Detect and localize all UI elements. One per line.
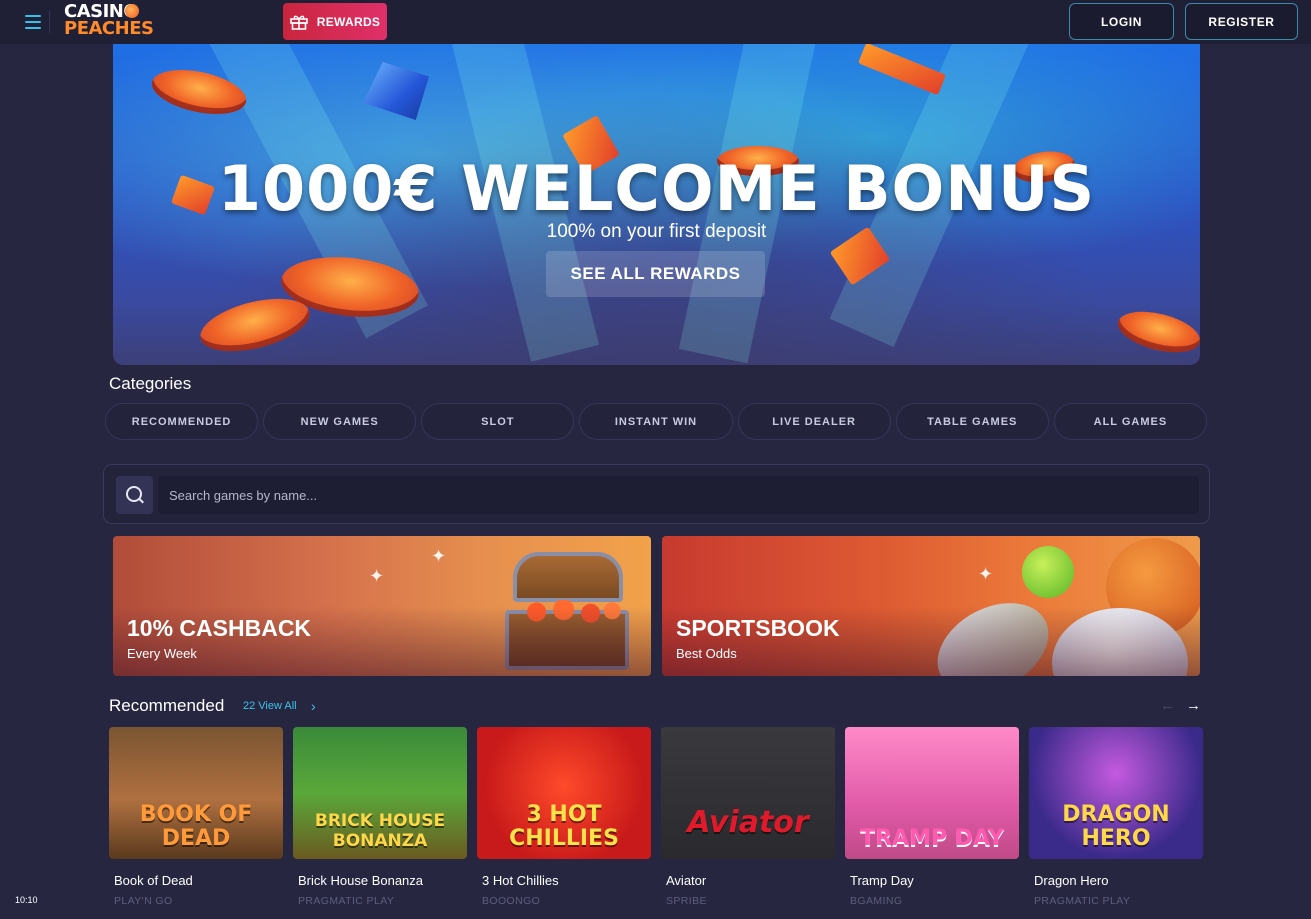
game-name[interactable]: Dragon Hero <box>1034 873 1108 888</box>
search-bar <box>103 464 1210 524</box>
coin-decoration <box>1113 304 1200 360</box>
game-card[interactable]: DRAGON HERO Dragon Hero PRAGMATIC PLAY <box>1029 727 1203 907</box>
gift-icon <box>289 14 308 30</box>
tennis-ball-image <box>1022 546 1074 598</box>
shard-decoration <box>858 44 946 96</box>
casino-logo[interactable]: CASINO PEACHES <box>64 3 154 41</box>
game-card[interactable]: BOOK OF DEAD Book of Dead PLAY'N GO <box>109 727 283 907</box>
category-instant-win[interactable]: INSTANT WIN <box>579 403 733 440</box>
category-all-games[interactable]: ALL GAMES <box>1053 403 1207 440</box>
game-art-title: DRAGON HERO <box>1062 802 1170 851</box>
recommended-title: Recommended <box>109 696 225 715</box>
category-tabs: RECOMMENDED NEW GAMES SLOT INSTANT WIN L… <box>105 403 1207 440</box>
game-card[interactable]: TRAMP DAY Tramp Day BGAMING <box>845 727 1019 907</box>
category-slot[interactable]: SLOT <box>421 403 575 440</box>
game-thumbnail[interactable]: Aviator <box>661 727 835 859</box>
sportsbook-promo-card[interactable]: ✦ SPORTSBOOK Best Odds <box>662 536 1200 676</box>
cashback-promo-card[interactable]: ✦ ✦ 10% CASHBACK Every Week <box>113 536 651 676</box>
game-thumbnail[interactable]: DRAGON HERO <box>1029 727 1203 859</box>
view-all-link[interactable]: 22 View All <box>243 700 297 712</box>
game-art-title: BRICK HOUSE BONANZA <box>314 811 446 851</box>
top-bar: CASINO PEACHES REWARDS LOGIN REGISTER <box>0 0 1311 44</box>
category-table-games[interactable]: TABLE GAMES <box>895 403 1049 440</box>
game-provider: BGAMING <box>850 895 903 907</box>
promo-subtitle: Every Week <box>127 646 197 661</box>
menu-icon[interactable] <box>16 11 50 33</box>
game-name[interactable]: Brick House Bonanza <box>298 873 423 888</box>
rewards-button[interactable]: REWARDS <box>283 3 387 40</box>
game-card[interactable]: 3 HOT CHILLIES 3 Hot Chillies BOOONGO <box>477 727 651 907</box>
category-live-dealer[interactable]: LIVE DEALER <box>737 403 891 440</box>
see-all-rewards-button[interactable]: SEE ALL REWARDS <box>546 251 765 297</box>
sparkle-icon: ✦ <box>369 566 385 586</box>
game-thumbnail[interactable]: BRICK HOUSE BONANZA <box>293 727 467 859</box>
register-button[interactable]: REGISTER <box>1185 3 1298 40</box>
search-input[interactable] <box>158 476 1199 514</box>
game-name[interactable]: Tramp Day <box>850 873 914 888</box>
category-recommended[interactable]: RECOMMENDED <box>105 403 259 440</box>
promo-title: SPORTSBOOK <box>676 615 840 641</box>
arrow-right-icon[interactable]: → <box>1186 697 1201 714</box>
game-name[interactable]: Book of Dead <box>114 873 193 888</box>
game-card[interactable]: BRICK HOUSE BONANZA Brick House Bonanza … <box>293 727 467 907</box>
sparkle-icon: ✦ <box>431 546 447 566</box>
category-new-games[interactable]: NEW GAMES <box>263 403 417 440</box>
hero-subtitle: 100% on your first deposit <box>546 221 767 242</box>
peach-icon <box>125 4 139 18</box>
game-art-title: BOOK OF DEAD <box>139 802 253 851</box>
game-provider: BOOONGO <box>482 895 541 907</box>
gem-decoration <box>363 62 429 120</box>
logo-line2: PEACHES <box>64 18 154 39</box>
sparkle-icon: ✦ <box>978 564 994 584</box>
game-art-title: Aviator <box>687 805 809 840</box>
arrow-left-icon[interactable]: ← <box>1160 697 1175 714</box>
game-art-title: 3 HOT CHILLIES <box>509 802 619 851</box>
game-thumbnail[interactable]: 3 HOT CHILLIES <box>477 727 651 859</box>
game-name[interactable]: 3 Hot Chillies <box>482 873 559 888</box>
categories-title: Categories <box>109 374 192 393</box>
promo-title: 10% CASHBACK <box>127 615 312 641</box>
game-art-title: TRAMP DAY <box>860 826 1004 851</box>
search-icon[interactable] <box>116 476 153 514</box>
game-card[interactable]: Aviator Aviator SPRIBE <box>661 727 835 907</box>
login-button[interactable]: LOGIN <box>1069 3 1174 40</box>
game-thumbnail[interactable]: BOOK OF DEAD <box>109 727 283 859</box>
chevron-right-icon[interactable]: › <box>311 698 316 714</box>
game-provider: PLAY'N GO <box>114 895 173 907</box>
game-provider: PRAGMATIC PLAY <box>298 895 395 907</box>
game-name[interactable]: Aviator <box>666 873 706 888</box>
game-provider: PRAGMATIC PLAY <box>1034 895 1131 907</box>
promo-subtitle: Best Odds <box>676 646 737 661</box>
rewards-label: REWARDS <box>316 14 381 29</box>
game-provider: SPRIBE <box>666 895 707 907</box>
game-thumbnail[interactable]: TRAMP DAY <box>845 727 1019 859</box>
system-clock: 10:10 <box>15 895 38 905</box>
welcome-bonus-banner[interactable]: 1000€ WELCOME BONUS 100% on your first d… <box>113 44 1200 365</box>
hero-title: 1000€ WELCOME BONUS <box>217 152 1096 225</box>
